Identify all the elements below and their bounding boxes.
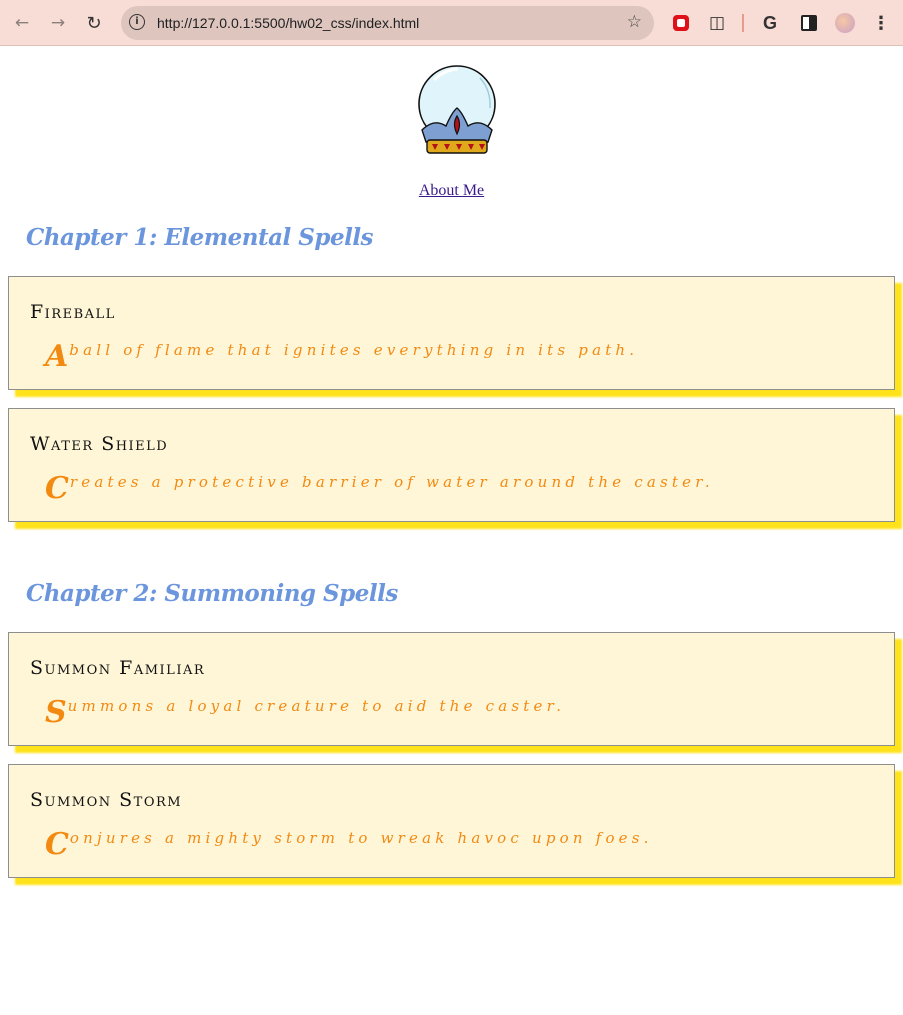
toolbar-divider xyxy=(742,14,744,32)
chapter-title: Chapter 1: Elemental Spells xyxy=(26,224,374,251)
spell-description: Conjures a mighty storm to wreak havoc u… xyxy=(45,827,653,862)
spell-name: Summon Familiar xyxy=(30,657,206,679)
spell-card: Summon Storm Conjures a mighty storm to … xyxy=(8,764,895,878)
spell-card: Fireball Aball of flame that ignites eve… xyxy=(8,276,895,390)
spell-name: Water Shield xyxy=(30,433,169,455)
kebab-menu-icon[interactable]: ⋮ xyxy=(870,12,892,34)
bookmark-star-icon[interactable]: ☆ xyxy=(627,12,642,32)
spell-text: ball of flame that ignites everything in… xyxy=(69,341,639,359)
drop-cap: S xyxy=(45,695,67,730)
drop-cap: C xyxy=(45,471,69,506)
spell-text: ummons a loyal creature to aid the caste… xyxy=(67,697,566,715)
spell-description: Summons a loyal creature to aid the cast… xyxy=(45,695,565,730)
site-info-icon[interactable]: i xyxy=(129,14,145,30)
spell-description: Creates a protective barrier of water ar… xyxy=(45,471,714,506)
profile-avatar[interactable] xyxy=(834,12,856,34)
side-panel-icon[interactable] xyxy=(798,12,820,34)
spell-name: Fireball xyxy=(30,301,116,323)
extensions-puzzle-icon[interactable]: ◫ xyxy=(706,12,728,34)
url-text[interactable]: http://127.0.0.1:5500/hw02_css/index.htm… xyxy=(157,6,419,40)
drop-cap: C xyxy=(45,827,69,862)
browser-toolbar: ← → ↻ i http://127.0.0.1:5500/hw02_css/i… xyxy=(0,0,903,46)
address-bar[interactable]: i http://127.0.0.1:5500/hw02_css/index.h… xyxy=(121,6,654,40)
spell-name: Summon Storm xyxy=(30,789,183,811)
reload-icon[interactable]: ↻ xyxy=(82,11,106,35)
spell-description: Aball of flame that ignites everything i… xyxy=(45,339,638,374)
spell-text: onjures a mighty storm to wreak havoc up… xyxy=(69,829,653,847)
spell-card: Water Shield Creates a protective barrie… xyxy=(8,408,895,522)
spell-text: reates a protective barrier of water aro… xyxy=(69,473,714,491)
forward-arrow-icon[interactable]: → xyxy=(46,11,70,35)
about-me-nav: About Me xyxy=(0,182,903,200)
chapter-title: Chapter 2: Summoning Spells xyxy=(26,580,398,607)
crystal-ball-logo xyxy=(418,65,496,154)
about-me-link[interactable]: About Me xyxy=(419,182,484,199)
google-icon[interactable]: G xyxy=(759,12,781,34)
extension-red-icon[interactable] xyxy=(670,12,692,34)
spell-card: Summon Familiar Summons a loyal creature… xyxy=(8,632,895,746)
back-arrow-icon[interactable]: ← xyxy=(10,11,34,35)
drop-cap: A xyxy=(45,339,69,374)
